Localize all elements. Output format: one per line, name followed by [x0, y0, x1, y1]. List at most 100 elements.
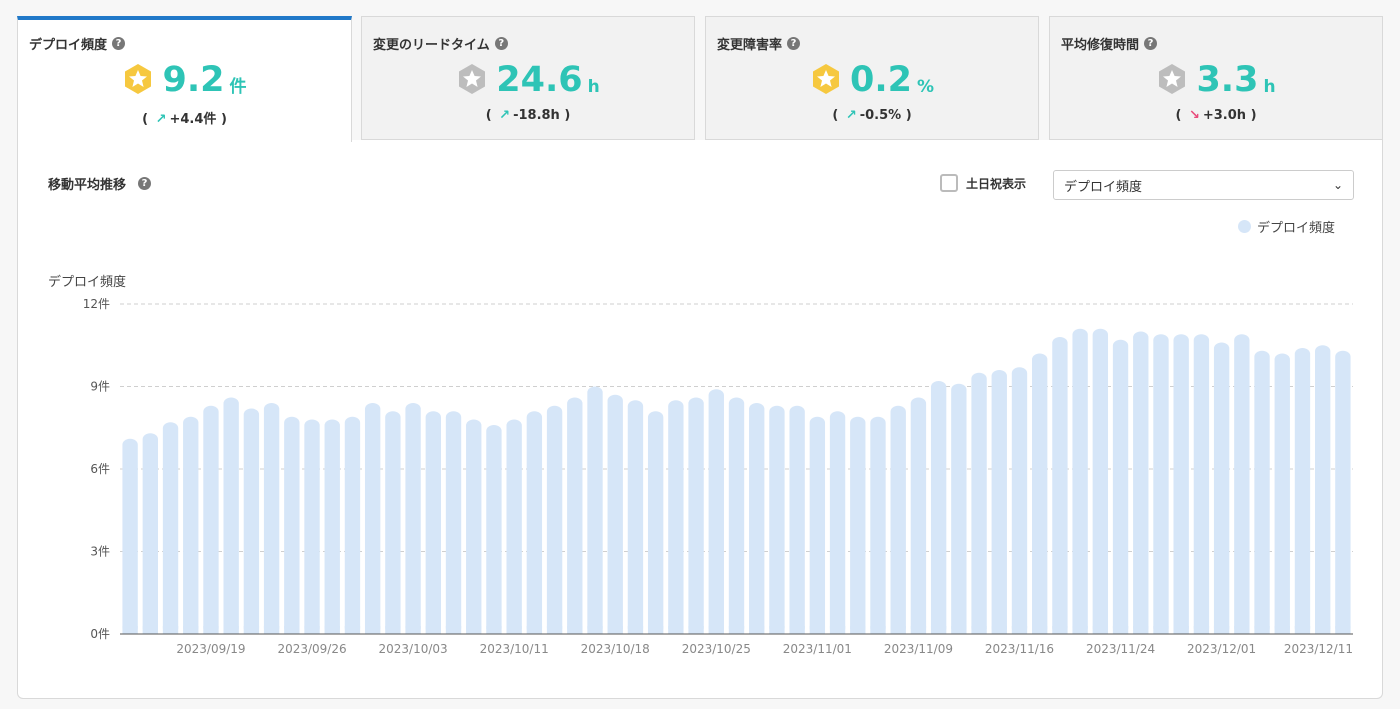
metric-tabs: デプロイ頻度 ? 9.2 件 ( ↗ +4.4件 ) 変更のリードタイム ? 24… — [17, 16, 1383, 142]
bar-chart: 0件 3件 6件 9件 12件 2023/09/19 2023/09/26 2023/10/0… — [83, 297, 1353, 656]
help-icon[interactable]: ? — [1144, 37, 1158, 50]
y-tick-label: 9件 — [90, 380, 110, 394]
bar — [526, 411, 543, 634]
bar — [829, 411, 846, 634]
metric-value-row: 9.2 件 — [18, 61, 351, 99]
bar-base — [627, 626, 644, 634]
bar-base — [344, 626, 361, 634]
bar — [223, 397, 239, 634]
bar-base — [587, 626, 603, 634]
bar — [870, 416, 886, 634]
chart-panel: 移動平均推移 ? 土日祝表示 デプロイ頻度 ⌄ デプロイ頻度 デプロイ頻度 0件… — [17, 140, 1383, 699]
y-tick-label: 0件 — [90, 627, 110, 641]
bar-base — [364, 626, 381, 634]
silver-star-badge-icon — [1159, 64, 1186, 94]
bar — [1112, 339, 1129, 634]
metric-title-text: デプロイ頻度 — [29, 38, 108, 53]
bar-base — [870, 626, 886, 634]
bar-base — [607, 626, 623, 634]
bar-base — [506, 626, 522, 634]
bar-base — [486, 626, 502, 634]
bar-base — [1011, 626, 1028, 634]
bar — [567, 397, 583, 634]
x-tick-label: 2023/10/03 — [379, 642, 448, 656]
metric-title-text: 変更障害率 — [717, 38, 783, 53]
paren-open: ( — [485, 108, 492, 123]
bar — [1092, 328, 1109, 634]
delta-text: -18.8h — [513, 108, 560, 123]
bar-base — [1072, 626, 1088, 634]
bar — [587, 386, 603, 634]
bar-base — [1274, 626, 1290, 634]
bar — [1193, 334, 1210, 634]
help-icon[interactable]: ? — [787, 37, 801, 50]
bar-base — [647, 626, 664, 634]
bar — [688, 397, 704, 634]
trend-up-icon: ↗ — [155, 112, 167, 127]
tab-mttr[interactable]: 平均修復時間 ? 3.3 h ( ↘ +3.0h ) — [1049, 16, 1383, 140]
gold-star-badge-icon — [125, 64, 152, 94]
metric-title: 平均修復時間 ? — [1061, 34, 1158, 53]
metric-value-row: 3.3 h — [1050, 61, 1382, 99]
bar — [385, 411, 401, 634]
tab-change-failure-rate[interactable]: 変更障害率 ? 0.2 % ( ↗ -0.5% ) — [705, 16, 1039, 140]
y-tick-label: 12件 — [83, 297, 110, 311]
metric-delta: ( ↘ +3.0h ) — [1050, 108, 1382, 123]
bar — [1173, 334, 1189, 634]
metric-value-row: 0.2 % — [706, 61, 1038, 99]
bar — [1133, 331, 1149, 634]
y-tick-label: 6件 — [90, 462, 110, 476]
bar-base — [1193, 626, 1210, 634]
x-tick-label: 2023/11/01 — [783, 642, 852, 656]
bar-base — [728, 626, 745, 634]
bar — [142, 433, 159, 634]
bar-base — [385, 626, 401, 634]
metric-delta: ( ↗ -0.5% ) — [706, 108, 1038, 123]
bar-base — [284, 626, 300, 634]
silver-star-badge-icon — [459, 64, 486, 94]
bar-base — [850, 626, 866, 634]
help-icon[interactable]: ? — [494, 37, 508, 50]
bar-base — [183, 626, 199, 634]
bar — [789, 405, 805, 634]
tab-deploy-frequency[interactable]: デプロイ頻度 ? 9.2 件 ( ↗ +4.4件 ) — [17, 16, 352, 142]
metric-unit: h — [587, 77, 600, 97]
bar — [930, 381, 947, 634]
bar-base — [1032, 626, 1048, 634]
bar-base — [162, 626, 179, 634]
help-icon[interactable]: ? — [112, 37, 126, 50]
bar-base — [526, 626, 543, 634]
bar-base — [991, 626, 1007, 634]
bar — [183, 416, 199, 634]
bar — [1294, 348, 1311, 634]
bar-base — [1052, 626, 1068, 634]
x-tick-label: 2023/12/01 — [1187, 642, 1256, 656]
metric-value: 24.6 — [496, 60, 583, 100]
bar-base — [405, 626, 421, 634]
bar-base — [425, 626, 441, 634]
metric-value: 9.2 — [162, 60, 225, 100]
bar — [405, 403, 421, 634]
x-tick-label: 2023/11/24 — [1086, 642, 1155, 656]
bar-base — [1234, 626, 1250, 634]
bar-base — [445, 626, 462, 634]
x-tick-label: 2023/10/18 — [581, 642, 650, 656]
x-tick-label: 2023/11/16 — [985, 642, 1054, 656]
paren-open: ( — [832, 108, 839, 123]
bar-base — [708, 626, 724, 634]
tab-lead-time[interactable]: 変更のリードタイム ? 24.6 h ( ↗ -18.8h ) — [361, 16, 695, 140]
bar-base — [668, 626, 684, 634]
bar — [607, 394, 623, 634]
bar — [1314, 345, 1331, 634]
bar — [1234, 334, 1250, 634]
x-tick-label: 2023/09/26 — [277, 642, 346, 656]
bar — [769, 405, 785, 634]
bar-base — [122, 626, 138, 634]
metric-delta: ( ↗ +4.4件 ) — [18, 108, 351, 127]
bar-base — [910, 626, 927, 634]
bar — [991, 370, 1007, 634]
bar-base — [466, 626, 482, 634]
metric-title-text: 変更のリードタイム — [373, 38, 490, 53]
bar — [668, 400, 684, 634]
bar — [1213, 342, 1230, 634]
